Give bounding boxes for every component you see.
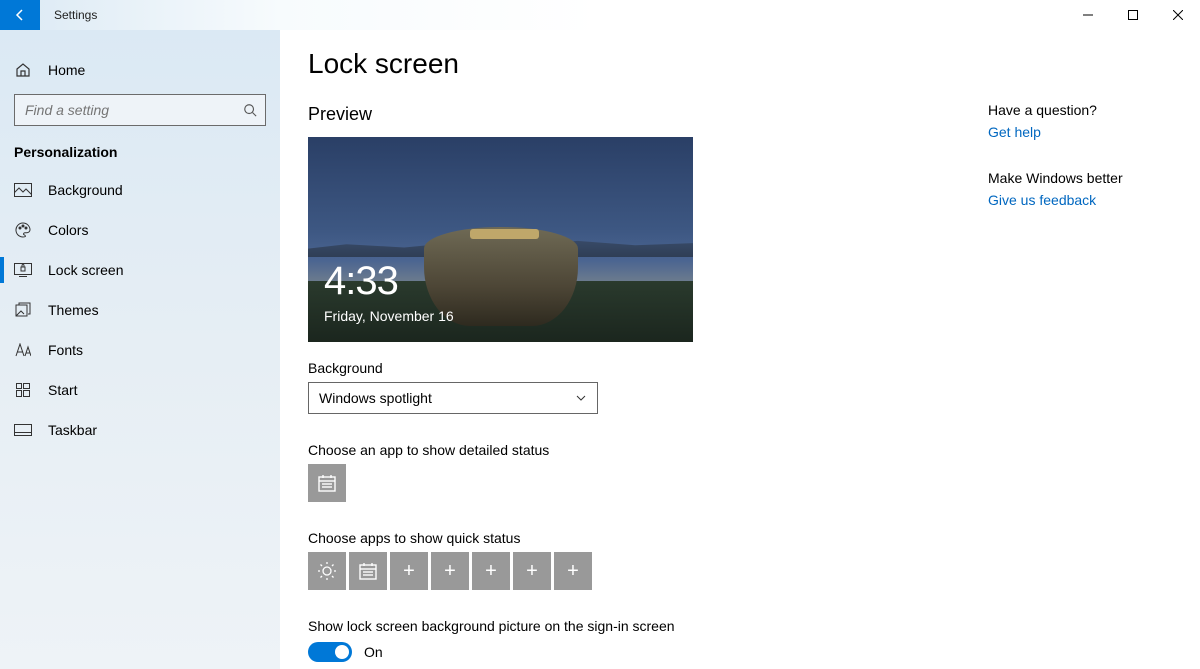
sidebar-item-colors[interactable]: Colors: [0, 210, 280, 250]
sidebar-item-label: Taskbar: [48, 422, 97, 438]
plus-icon: +: [567, 560, 579, 583]
help-aside: Have a question? Get help Make Windows b…: [988, 102, 1168, 238]
quick-status-tile-add[interactable]: +: [390, 552, 428, 590]
background-label: Background: [308, 360, 1172, 376]
close-button[interactable]: [1155, 0, 1200, 30]
quick-status-label: Choose apps to show quick status: [308, 530, 1172, 546]
detailed-status-label: Choose an app to show detailed status: [308, 442, 1172, 458]
sidebar-item-label: Start: [48, 382, 78, 398]
sidebar-item-label: Lock screen: [48, 262, 123, 278]
picture-icon: [14, 181, 32, 199]
search-input[interactable]: [14, 94, 266, 126]
themes-icon: [14, 301, 32, 319]
plus-icon: +: [403, 560, 415, 583]
palette-icon: [14, 221, 32, 239]
quick-status-tile-add[interactable]: +: [554, 552, 592, 590]
sidebar-item-label: Background: [48, 182, 123, 198]
sidebar-home[interactable]: Home: [0, 50, 280, 90]
back-arrow-icon: [12, 7, 28, 23]
calendar-icon: [358, 561, 378, 581]
plus-icon: +: [444, 560, 456, 583]
quick-status-tile-add[interactable]: +: [431, 552, 469, 590]
sidebar-home-label: Home: [48, 62, 85, 78]
sidebar-item-taskbar[interactable]: Taskbar: [0, 410, 280, 450]
feedback-heading: Make Windows better: [988, 170, 1168, 186]
sidebar-item-fonts[interactable]: Fonts: [0, 330, 280, 370]
lock-screen-icon: [14, 261, 32, 279]
sidebar-item-themes[interactable]: Themes: [0, 290, 280, 330]
background-select[interactable]: Windows spotlight: [308, 382, 598, 414]
search-icon: [243, 103, 257, 117]
main-content: Lock screen Preview 4:33 Friday, Novembe…: [280, 30, 1200, 669]
preview-date: Friday, November 16: [324, 308, 454, 324]
sun-icon: [317, 561, 337, 581]
preview-time: 4:33: [324, 259, 398, 304]
show-bg-toggle[interactable]: [308, 642, 352, 662]
home-icon: [14, 61, 32, 79]
sidebar-item-background[interactable]: Background: [0, 170, 280, 210]
taskbar-icon: [14, 421, 32, 439]
sidebar-item-label: Fonts: [48, 342, 83, 358]
feedback-link[interactable]: Give us feedback: [988, 192, 1096, 208]
toggle-state: On: [364, 644, 383, 660]
background-select-value: Windows spotlight: [319, 390, 432, 406]
sidebar-item-start[interactable]: Start: [0, 370, 280, 410]
sidebar: Home Personalization Background Colors L…: [0, 30, 280, 669]
quick-status-tile-weather[interactable]: [308, 552, 346, 590]
plus-icon: +: [526, 560, 538, 583]
calendar-icon: [317, 473, 337, 493]
plus-icon: +: [485, 560, 497, 583]
maximize-icon: [1128, 10, 1138, 20]
title-bar: Settings: [0, 0, 1200, 30]
page-title: Lock screen: [308, 48, 1172, 80]
app-title: Settings: [40, 0, 111, 30]
window-controls: [1065, 0, 1200, 30]
minimize-icon: [1083, 10, 1093, 20]
minimize-button[interactable]: [1065, 0, 1110, 30]
sidebar-item-label: Colors: [48, 222, 88, 238]
search-field[interactable]: [23, 101, 243, 119]
close-icon: [1173, 10, 1183, 20]
question-heading: Have a question?: [988, 102, 1168, 118]
sidebar-section: Personalization: [0, 144, 280, 160]
start-icon: [14, 381, 32, 399]
fonts-icon: [14, 341, 32, 359]
quick-status-tile-calendar[interactable]: [349, 552, 387, 590]
sidebar-item-lock-screen[interactable]: Lock screen: [0, 250, 280, 290]
lock-screen-preview[interactable]: 4:33 Friday, November 16: [308, 137, 693, 342]
get-help-link[interactable]: Get help: [988, 124, 1041, 140]
maximize-button[interactable]: [1110, 0, 1155, 30]
sidebar-item-label: Themes: [48, 302, 99, 318]
quick-status-tile-add[interactable]: +: [513, 552, 551, 590]
back-button[interactable]: [0, 0, 40, 30]
detailed-status-app-tile[interactable]: [308, 464, 346, 502]
quick-status-tile-add[interactable]: +: [472, 552, 510, 590]
chevron-down-icon: [575, 392, 587, 404]
show-bg-label: Show lock screen background picture on t…: [308, 618, 1172, 634]
